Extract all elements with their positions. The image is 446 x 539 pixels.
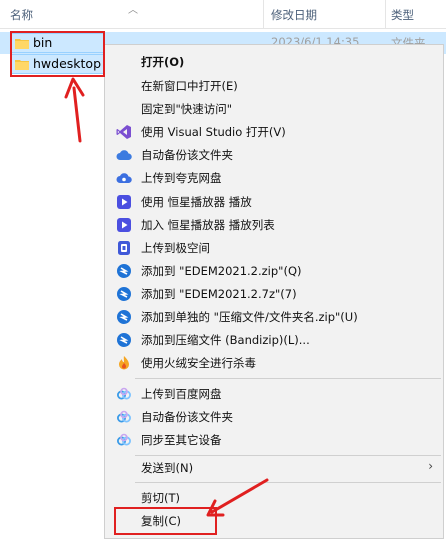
annotation-arrow-down: [210, 478, 269, 514]
annotation-arrows: [64, 77, 269, 517]
annotation-arrow-up: [72, 86, 82, 143]
